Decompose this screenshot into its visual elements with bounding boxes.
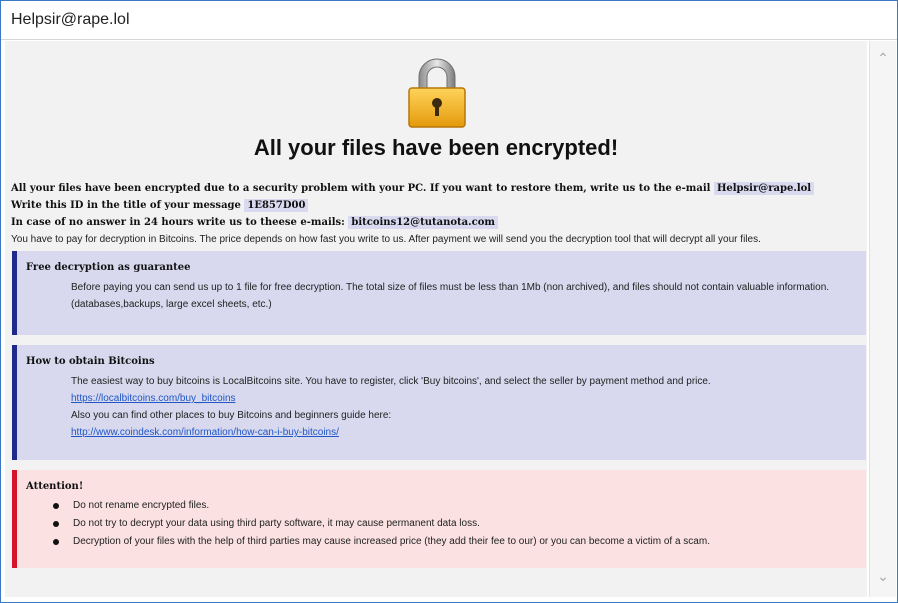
- bitcoins-line-2: Also you can find other places to buy Bi…: [71, 410, 392, 421]
- attention-panel: Attention! Do not rename encrypted files…: [12, 470, 866, 568]
- bitcoins-line-1: The easiest way to buy bitcoins is Local…: [71, 376, 711, 387]
- contact-email: Helpsir@rape.lol: [713, 182, 815, 195]
- intro-line-1: All your files have been encrypted due t…: [11, 180, 861, 197]
- victim-id: 1E857D00: [244, 199, 309, 212]
- window-titlebar: Helpsir@rape.lol: [1, 1, 897, 40]
- attention-list: Do not rename encrypted files. Do not tr…: [47, 497, 866, 551]
- list-item: Do not rename encrypted files.: [47, 497, 866, 515]
- chevron-down-icon[interactable]: ⌄: [870, 565, 896, 587]
- ransom-window: Helpsir@rape.lol All your files have bee…: [0, 0, 898, 603]
- headline: All your files have been encrypted!: [253, 135, 619, 160]
- localbitcoins-link[interactable]: https://localbitcoins.com/buy_bitcoins: [71, 393, 236, 404]
- chevron-up-icon[interactable]: ⌃: [870, 47, 896, 69]
- free-decryption-panel: Free decryption as guarantee Before payi…: [12, 251, 866, 335]
- window-title: Helpsir@rape.lol: [11, 11, 130, 28]
- bitcoins-panel: How to obtain Bitcoins The easiest way t…: [12, 345, 866, 460]
- attention-title: Attention!: [26, 481, 84, 492]
- padlock-icon: [408, 58, 466, 128]
- vertical-scrollbar[interactable]: ⌃ ⌄: [869, 41, 896, 597]
- bitcoins-title: How to obtain Bitcoins: [26, 356, 155, 367]
- intro-line-3: In case of no answer in 24 hours write u…: [11, 214, 861, 231]
- free-decryption-body: Before paying you can send us up to 1 fi…: [71, 282, 830, 310]
- list-item: Decryption of your files with the help o…: [47, 533, 866, 551]
- note-content: All your files have been encrypted! All …: [5, 41, 867, 597]
- list-item: Do not try to decrypt your data using th…: [47, 515, 866, 533]
- bitcoins-body: The easiest way to buy bitcoins is Local…: [71, 373, 831, 441]
- intro-text: All your files have been encrypted due t…: [11, 180, 861, 248]
- free-decryption-title: Free decryption as guarantee: [26, 262, 191, 273]
- intro-line-4: You have to pay for decryption in Bitcoi…: [11, 234, 761, 245]
- coindesk-link[interactable]: http://www.coindesk.com/information/how-…: [71, 427, 339, 438]
- intro-line-2: Write this ID in the title of your messa…: [11, 197, 861, 214]
- backup-email: bitcoins12@tutanota.com: [348, 216, 498, 229]
